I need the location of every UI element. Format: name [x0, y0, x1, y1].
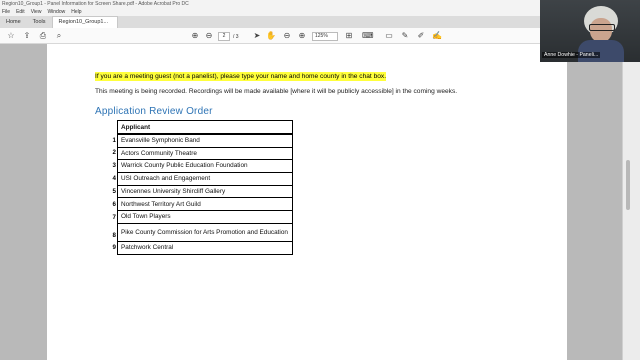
menu-window[interactable]: Window	[47, 8, 65, 16]
comment-icon[interactable]: ▭	[384, 31, 394, 41]
next-page-icon[interactable]: ⊖	[204, 31, 214, 41]
pen-icon[interactable]: ✎	[400, 31, 410, 41]
menu-view[interactable]: View	[31, 8, 42, 16]
menu-edit[interactable]: Edit	[16, 8, 25, 16]
page-indicator: 2 / 3	[218, 32, 239, 41]
participant-name: Anne Dowhie - Paneli...	[542, 52, 601, 58]
table-row: Warrick County Public Education Foundati…	[117, 159, 293, 174]
zoom-in-icon[interactable]: ⊕	[297, 31, 307, 41]
row-number: 2	[112, 149, 116, 156]
search-icon[interactable]: ⌕	[54, 31, 64, 41]
menu-bar: File Edit View Window Help	[0, 8, 540, 16]
total-pages: / 3	[233, 33, 239, 40]
row-number: 8	[112, 232, 116, 239]
sign-icon[interactable]: ✍	[432, 31, 442, 41]
row-number: 6	[112, 201, 116, 208]
zoom-out-icon[interactable]: ⊖	[282, 31, 292, 41]
highlighter-icon[interactable]: ✐	[416, 31, 426, 41]
table-header: Applicant	[117, 120, 293, 135]
tab-home[interactable]: Home	[0, 17, 27, 28]
row-number: 4	[112, 175, 116, 182]
row-number: 5	[112, 188, 116, 195]
tab-document[interactable]: Region10_Group1...	[51, 16, 118, 28]
crop-icon[interactable]: ⊞	[344, 31, 354, 41]
recording-note: This meeting is being recorded. Recordin…	[95, 88, 458, 95]
applicant-table: Applicant Evansville Symphonic Band Acto…	[117, 120, 293, 255]
prev-page-icon[interactable]: ⊕	[190, 31, 200, 41]
page-heading: Application Review Order	[95, 106, 213, 117]
table-row: USI Outreach and Engagement	[117, 172, 293, 186]
current-page-input[interactable]: 2	[218, 32, 230, 41]
cloud-upload-icon[interactable]: ⇪	[22, 31, 32, 41]
tab-tools[interactable]: Tools	[27, 17, 52, 28]
zoom-select[interactable]: 125%	[312, 32, 338, 41]
tab-bar: Home Tools Region10_Group1...	[0, 16, 540, 28]
participant-shirt	[578, 40, 624, 62]
menu-file[interactable]: File	[2, 8, 10, 16]
row-number: 1	[112, 137, 116, 144]
right-panel[interactable]	[622, 44, 640, 360]
hand-icon[interactable]: ✋	[266, 31, 276, 41]
table-row: Evansville Symphonic Band	[117, 133, 293, 148]
row-number: 9	[112, 244, 116, 251]
select-icon[interactable]: ➤	[252, 31, 262, 41]
print-icon[interactable]: ⎙	[38, 31, 48, 41]
vertical-scrollbar[interactable]	[626, 160, 630, 210]
table-row: Actors Community Theatre	[117, 146, 293, 161]
menu-help[interactable]: Help	[71, 8, 81, 16]
participant-glasses	[589, 24, 615, 31]
table-row: Northwest Territory Art Guild	[117, 197, 293, 212]
window-title: Region10_Group1 - Panel Information for …	[0, 0, 540, 8]
row-number: 7	[112, 214, 116, 221]
video-thumbnail[interactable]: Anne Dowhie - Paneli...	[540, 0, 640, 62]
table-row: Vincennes University Shircliff Gallery	[117, 184, 293, 199]
table-row: Pike County Commission for Arts Promotio…	[117, 222, 293, 242]
table-row: Old Town Players	[117, 210, 293, 224]
keyboard-icon[interactable]: ⌨	[362, 31, 374, 41]
star-icon[interactable]: ☆	[6, 31, 16, 41]
table-row: Patchwork Central	[117, 240, 293, 255]
row-number: 3	[112, 162, 116, 169]
guest-notice: If you are a meeting guest (not a paneli…	[95, 72, 387, 81]
toolbar: ☆ ⇪ ⎙ ⌕ ⊕ ⊖ 2 / 3 ➤ ✋ ⊖ ⊕ 125% ⊞ ⌨ ▭ ✎ ✐…	[0, 28, 540, 44]
